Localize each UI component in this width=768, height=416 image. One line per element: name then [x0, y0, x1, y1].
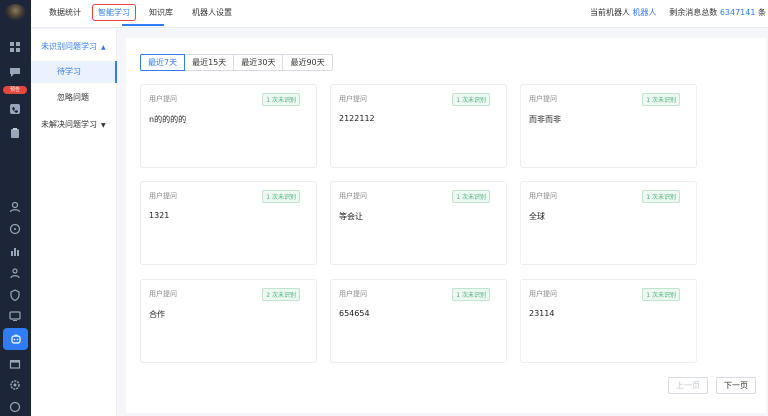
group-unrecognized[interactable]: 未识别问题学习 ▲: [41, 41, 106, 52]
preview-badge: 预告: [3, 86, 27, 94]
card-question-text: 654654: [339, 309, 370, 318]
subnav-item-to-learn[interactable]: 待学习: [31, 61, 117, 83]
filter-7-days[interactable]: 最近7天: [140, 54, 186, 71]
robot-icon: [10, 334, 21, 344]
card-question-text: 等会让: [339, 212, 363, 221]
card-question-text: 23114: [529, 309, 555, 318]
user-icon[interactable]: [8, 200, 22, 214]
chat-icon[interactable]: [8, 65, 22, 79]
unrecognized-count-badge: 2 次未识别: [262, 288, 300, 301]
phone-icon[interactable]: [8, 102, 22, 116]
gift-icon[interactable]: [8, 356, 22, 370]
bar-chart-icon[interactable]: [8, 244, 22, 258]
filter-15-days[interactable]: 最近15天: [184, 54, 235, 71]
unrecognized-count-badge: 1 次未识别: [452, 190, 490, 203]
remaining-messages-value: 6347141: [719, 8, 756, 17]
next-page-button[interactable]: 下一页: [716, 377, 756, 394]
date-range-filter: 最近7天 最近15天 最近30天 最近90天: [140, 54, 333, 71]
chevron-up-icon: ▲: [101, 44, 106, 51]
card-label: 用户提问: [149, 290, 177, 298]
subnav-item-ignored[interactable]: 忽略问题: [31, 87, 117, 109]
monitor-icon[interactable]: [8, 309, 22, 323]
question-card[interactable]: 用户提问 1 次未识别 1321: [140, 181, 317, 265]
message-icon[interactable]: [8, 222, 22, 236]
card-label: 用户提问: [529, 192, 557, 200]
card-label: 用户提问: [339, 192, 367, 200]
filter-30-days[interactable]: 最近30天: [233, 54, 284, 71]
main-content: 最近7天 最近15天 最近30天 最近90天 用户提问 1 次未识别 n的的的的 用户…: [126, 38, 766, 413]
filter-90-days[interactable]: 最近90天: [282, 54, 333, 71]
tab-data-stats[interactable]: 数据统计: [49, 7, 81, 18]
left-rail: 预告: [0, 0, 31, 416]
prev-page-button[interactable]: 上一页: [668, 377, 708, 394]
tab-robot-settings[interactable]: 机器人设置: [192, 7, 232, 18]
shield-icon[interactable]: [8, 288, 22, 302]
question-card[interactable]: 用户提问 1 次未识别等会让: [330, 181, 507, 265]
card-question-text: n的的的的: [149, 115, 187, 124]
card-question-text: 而非而非: [529, 115, 561, 124]
help-icon[interactable]: [8, 400, 22, 414]
card-label: 用户提问: [339, 290, 367, 298]
unrecognized-count-badge: 1 次未识别: [262, 93, 300, 106]
contacts-icon[interactable]: [8, 266, 22, 280]
question-card[interactable]: 用户提问 1 次未识别 23114: [520, 279, 697, 363]
top-nav: 数据统计 智能学习 知识库 机器人设置 当前机器人 机器人 剩余消息总数 634…: [31, 0, 768, 28]
unrecognized-count-badge: 1 次未识别: [642, 190, 680, 203]
robot-status: 当前机器人 机器人 剩余消息总数 6347141 条: [590, 7, 766, 18]
unrecognized-count-badge: 1 次未识别: [452, 288, 490, 301]
unrecognized-count-badge: 1 次未识别: [642, 93, 680, 106]
settings-icon[interactable]: [8, 378, 22, 392]
question-card[interactable]: 用户提问 2 次未识别合作: [140, 279, 317, 363]
group-unresolved-label: 未解决问题学习: [41, 120, 97, 129]
active-tab-indicator: [122, 24, 164, 26]
robot-nav-button[interactable]: [3, 328, 28, 350]
learning-subnav: 未识别问题学习 ▲ 待学习 忽略问题 未解决问题学习 ▼: [31, 29, 117, 416]
card-label: 用户提问: [149, 95, 177, 103]
unrecognized-count-badge: 1 次未识别: [452, 93, 490, 106]
card-label: 用户提问: [339, 95, 367, 103]
remaining-messages-label: 剩余消息总数: [669, 8, 718, 17]
card-question-text: 全球: [529, 212, 545, 221]
pagination: 上一页 下一页: [660, 377, 756, 394]
question-card[interactable]: 用户提问 1 次未识别全球: [520, 181, 697, 265]
question-card[interactable]: 用户提问 1 次未识别 2122112: [330, 84, 507, 168]
group-unrecognized-label: 未识别问题学习: [41, 42, 97, 51]
current-robot-label: 当前机器人: [590, 8, 630, 17]
question-card[interactable]: 用户提问 1 次未识别而非而非: [520, 84, 697, 168]
card-question-text: 2122112: [339, 114, 375, 123]
dashboard-icon[interactable]: [8, 40, 22, 54]
tab-smart-learning[interactable]: 智能学习: [92, 4, 136, 21]
current-robot-value[interactable]: 机器人: [633, 8, 657, 17]
card-label: 用户提问: [529, 290, 557, 298]
question-card[interactable]: 用户提问 1 次未识别 n的的的的: [140, 84, 317, 168]
group-unresolved[interactable]: 未解决问题学习 ▼: [41, 119, 106, 130]
card-question-text: 合作: [149, 310, 165, 319]
card-label: 用户提问: [529, 95, 557, 103]
chevron-down-icon: ▼: [101, 122, 106, 129]
unrecognized-count-badge: 1 次未识别: [262, 190, 300, 203]
tab-knowledge-base[interactable]: 知识库: [149, 7, 173, 18]
card-label: 用户提问: [149, 192, 177, 200]
remaining-messages-unit: 条: [758, 8, 766, 17]
question-card[interactable]: 用户提问 1 次未识别 654654: [330, 279, 507, 363]
avatar[interactable]: [5, 4, 26, 20]
clipboard-icon[interactable]: [8, 126, 22, 140]
card-question-text: 1321: [149, 211, 170, 220]
unrecognized-count-badge: 1 次未识别: [642, 288, 680, 301]
